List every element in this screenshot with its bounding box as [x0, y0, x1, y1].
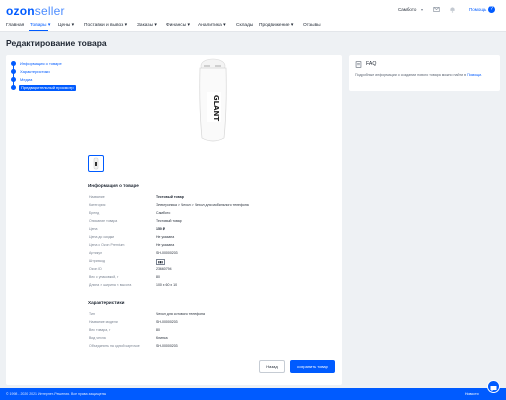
spec-value: SH-00000203 — [156, 344, 178, 348]
footer-copyright: © 1998 - 2020 2021 Интернет-Решения. Все… — [6, 392, 107, 396]
step-preview[interactable]: Предварительный просмотр — [19, 84, 76, 91]
info-value: Самбото — [156, 211, 171, 215]
nav-item-prices[interactable]: Цены ▾ — [58, 23, 74, 28]
nav-item-reviews[interactable]: Отзывы — [303, 23, 321, 28]
step-dot — [11, 61, 16, 66]
help-link[interactable]: Помощь — [469, 7, 486, 12]
info-label: Цена до скидки — [89, 235, 115, 239]
spec-label: Вес товара, г — [89, 328, 111, 332]
info-label: Цена — [89, 227, 98, 231]
nav-item-finance[interactable]: Финансы ▾ — [166, 23, 190, 28]
page-title: Редактирование товара — [6, 38, 107, 48]
faq-text: Подробные информации о создании нового т… — [355, 73, 495, 78]
main-nav: Главная Товары ▾ Цены ▾ Поставки и вывоз… — [0, 21, 506, 32]
info-value: 100 x 60 x 10 — [156, 283, 178, 287]
save-product-button[interactable]: сохранить товар — [290, 360, 335, 373]
logo-primary-text: ozon — [6, 4, 35, 18]
info-label: Ozon ID — [89, 267, 102, 271]
info-label: Артикул — [89, 251, 103, 255]
spec-value: SH-00000203 — [156, 320, 178, 324]
step-dot — [11, 69, 16, 74]
back-button[interactable]: Назад — [259, 360, 285, 373]
help-question-icon[interactable]: ? — [488, 6, 495, 13]
chevron-down-icon[interactable]: ▾ — [421, 7, 423, 12]
info-value: 150 ₽ — [156, 227, 166, 231]
faq-help-link[interactable]: Помощи. — [467, 73, 482, 77]
faq-body-text: Подробные информации о создании нового т… — [355, 73, 468, 77]
info-value: Не указана — [156, 243, 175, 247]
chat-icon — [490, 386, 497, 392]
step-characteristics[interactable]: Характеристики — [20, 69, 50, 74]
car-charger-image: GLANT — [199, 58, 227, 142]
info-label: Название — [89, 195, 105, 199]
nav-item-home[interactable]: Главная — [6, 23, 24, 28]
footer: © 1998 - 2020 2021 Интернет-Решения. Все… — [0, 388, 506, 400]
nav-item-supplies[interactable]: Поставки и вывоз ▾ — [84, 23, 127, 28]
barcode-value: ▮▮▮ — [156, 259, 165, 265]
info-value: SH-00000203 — [156, 251, 178, 255]
info-value: Не указана — [156, 235, 175, 239]
nav-item-warehouses[interactable]: Склады — [236, 23, 253, 28]
barcode-icon: ▮▮▮ — [156, 259, 165, 265]
spec-value: Чехол для сотового телефона — [156, 312, 205, 316]
spec-label: Объединить на одной карточке — [89, 344, 140, 348]
info-value: 23660794 — [156, 267, 172, 271]
logo-secondary-text: seller — [34, 4, 65, 18]
info-value: Тестовый товар — [156, 195, 184, 199]
step-dot — [11, 85, 16, 90]
product-image-text: GLANT — [212, 95, 220, 121]
top-bar: ozonseller Самбото ▾ Помощь ? — [0, 0, 506, 21]
mail-icon[interactable] — [433, 6, 440, 13]
info-label: Штрихкод — [89, 259, 105, 263]
info-value: Тестовый товар — [156, 219, 182, 223]
thumbnail-image — [93, 157, 99, 170]
step-media[interactable]: Медиа — [20, 77, 32, 82]
info-value: 80 — [156, 275, 160, 279]
spec-value: 80 — [156, 328, 160, 332]
nav-item-orders[interactable]: Заказы ▾ — [137, 23, 157, 28]
info-label: Бренд — [89, 211, 100, 215]
info-label: Длина × ширина × высота — [89, 283, 132, 287]
footer-news-link[interactable]: Новости — [465, 392, 479, 396]
info-label: Описание товара — [89, 219, 118, 223]
product-thumbnail[interactable] — [88, 155, 104, 172]
nav-item-analytics[interactable]: Аналитика ▾ — [198, 23, 225, 28]
nav-item-promotion[interactable]: Продвижение ▾ — [259, 23, 293, 28]
faq-title: FAQ — [366, 61, 377, 67]
nav-item-products[interactable]: Товары ▾ — [30, 23, 50, 28]
spec-label: Тип — [89, 312, 95, 316]
specs-section-title: Характеристики — [88, 300, 125, 305]
spec-label: Вид чехла — [89, 336, 106, 340]
active-tab-indicator — [29, 30, 48, 31]
info-section-title: Информация о товаре — [88, 183, 139, 188]
spec-label: Название модели — [89, 320, 118, 324]
info-label: Вес с упаковкой, г — [89, 275, 119, 279]
info-value: Электроника > Чехол > Чехол для мобильно… — [156, 203, 249, 207]
company-selector[interactable]: Самбото — [398, 7, 416, 12]
step-dot — [11, 77, 16, 82]
spec-value: Клипса — [156, 336, 168, 340]
bell-icon[interactable] — [449, 6, 456, 13]
info-label: Категория — [89, 203, 106, 207]
chat-bubble-icon[interactable] — [487, 380, 500, 393]
faq-panel: FAQ Подробные информации о создании ново… — [349, 55, 500, 91]
info-label: Цена с Ozon Premium — [89, 243, 125, 247]
step-product-info[interactable]: Информация о товаре — [20, 61, 62, 66]
ozon-seller-logo[interactable]: ozonseller — [6, 4, 65, 18]
book-icon — [355, 61, 362, 68]
